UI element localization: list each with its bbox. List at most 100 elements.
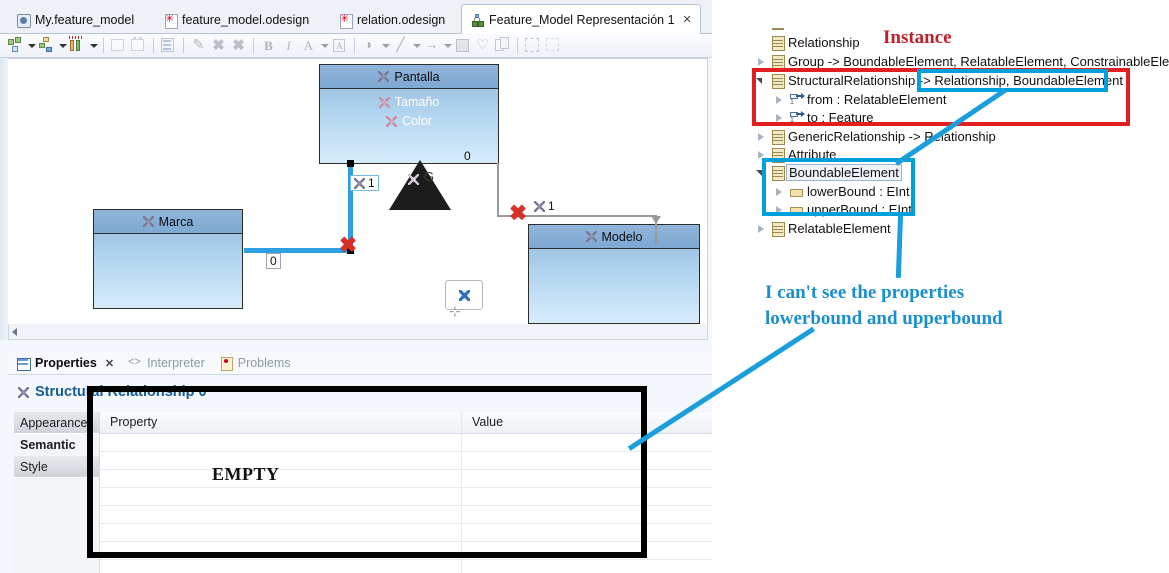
tree-item-genericrelationship[interactable]: GenericRelationship -> Relationship	[756, 128, 996, 145]
pin-elements-button[interactable]	[68, 36, 87, 55]
chevron-down-icon[interactable]	[756, 167, 767, 178]
diagram-editor[interactable]: Pantalla Tamaño Color Marca Modelo 1 ✖ 0…	[8, 58, 708, 336]
italic-button[interactable]: I	[279, 36, 298, 55]
chevron-down-icon[interactable]	[442, 36, 452, 55]
line-color-button[interactable]: ╱	[391, 36, 410, 55]
tab-relation-odesign[interactable]: relation.odesign	[330, 6, 453, 34]
tree-item-lowerbound[interactable]: lowerBound : EInt	[774, 183, 910, 200]
tree-item-upperbound[interactable]: upperBound : EInt	[774, 201, 912, 218]
font-color-button[interactable]: A	[299, 36, 318, 55]
auto-size-button[interactable]	[523, 36, 542, 55]
close-icon[interactable]: ✕	[683, 13, 692, 26]
eclass-icon	[771, 130, 785, 145]
table-row[interactable]	[100, 542, 712, 560]
table-row[interactable]	[100, 524, 712, 542]
chevron-right-icon[interactable]	[774, 204, 785, 215]
edge-cardinality-label[interactable]: 1	[350, 175, 379, 191]
edge-handle[interactable]	[347, 160, 354, 167]
edge-cardinality-label-0[interactable]: 0	[266, 253, 281, 269]
toolbar-separator	[153, 38, 154, 53]
chevron-down-icon[interactable]	[26, 36, 36, 55]
hide-element-button[interactable]: ✎	[189, 36, 208, 55]
chevron-down-icon[interactable]	[756, 75, 767, 86]
tab-properties[interactable]: Properties ✕	[16, 356, 114, 371]
table-row[interactable]	[100, 470, 712, 488]
reset-style-button[interactable]: ♡	[473, 36, 492, 55]
edge-cardinality-label-right[interactable]: 1	[534, 199, 555, 213]
tree-item-to[interactable]: 1 to : Feature	[774, 109, 873, 126]
tab-label: My.feature_model	[35, 13, 135, 27]
diagram-edge-selected-horizontal[interactable]	[244, 248, 352, 253]
cardinality-value: 0	[270, 254, 277, 268]
table-row[interactable]	[100, 488, 712, 506]
scroll-left-icon[interactable]	[12, 328, 17, 336]
align-button[interactable]	[37, 36, 56, 55]
diagram-node-pantalla[interactable]: Pantalla Tamaño Color	[319, 64, 499, 164]
diagram-edge-grey-vertical[interactable]	[497, 163, 499, 217]
tree-item-attribute[interactable]: Attribute	[756, 146, 836, 163]
side-tab-semantic[interactable]: Semantic	[14, 434, 99, 456]
table-row[interactable]	[100, 506, 712, 524]
fill-color-button[interactable]: ◗	[360, 36, 379, 55]
edge-delete-marker-icon[interactable]: ✖	[509, 203, 527, 224]
chevron-down-icon[interactable]	[57, 36, 67, 55]
font-dialog-button[interactable]: A	[330, 36, 349, 55]
chevron-right-icon[interactable]	[774, 112, 785, 123]
diagram-node-modelo[interactable]: Modelo	[528, 224, 700, 324]
node-feature: Color	[320, 112, 498, 131]
open-representation-button[interactable]	[109, 36, 128, 55]
copy-appearance-button[interactable]	[493, 36, 512, 55]
chevron-right-icon[interactable]	[756, 131, 767, 142]
tree-item-label: lowerBound : EInt	[807, 184, 910, 199]
chevron-down-icon[interactable]	[380, 36, 390, 55]
new-representation-button[interactable]	[129, 36, 148, 55]
diagram-canvas[interactable]: Pantalla Tamaño Color Marca Modelo 1 ✖ 0…	[8, 59, 707, 335]
image-style-button[interactable]	[453, 36, 472, 55]
chevron-right-icon[interactable]	[756, 223, 767, 234]
tab-feature-model-representacion-1[interactable]: Feature_Model Representación 1 ✕	[461, 4, 701, 35]
side-tab-style[interactable]: Style	[14, 456, 99, 478]
chevron-right-icon[interactable]	[756, 56, 767, 67]
delete-element-button[interactable]: ✖	[209, 36, 228, 55]
tab-interpreter[interactable]: Interpreter	[128, 356, 205, 370]
feature-diamond-icon	[386, 116, 398, 127]
tree-item-label: Relationship	[788, 35, 860, 50]
expander-icon[interactable]	[756, 37, 767, 48]
tree-item-boundableelement[interactable]: BoundableElement	[756, 164, 902, 181]
close-icon[interactable]: ✕	[105, 357, 114, 370]
arrange-all-button[interactable]	[6, 36, 25, 55]
delete-from-model-button[interactable]: ✖	[229, 36, 248, 55]
feature-diamond-icon	[378, 97, 390, 108]
snap-to-grid-button[interactable]	[543, 36, 562, 55]
bold-button[interactable]: B	[259, 36, 278, 55]
chevron-down-icon[interactable]	[411, 36, 421, 55]
table-row[interactable]	[100, 452, 712, 470]
tree-item-group[interactable]: Group -> BoundableElement, RelatableElem…	[756, 53, 1169, 70]
editor-horizontal-scrollbar[interactable]	[8, 324, 708, 340]
table-row[interactable]	[100, 434, 712, 452]
tree-item-relatableelement[interactable]: RelatableElement	[756, 220, 891, 237]
eclass-icon	[771, 36, 785, 51]
toolbar-separator	[354, 38, 355, 53]
edge-delete-marker-icon[interactable]: ✖	[339, 235, 357, 256]
properties-table[interactable]: Property Value	[100, 412, 712, 573]
chevron-down-icon[interactable]	[319, 36, 329, 55]
side-tab-appearance[interactable]: Appearance	[14, 412, 99, 434]
chevron-right-icon[interactable]	[756, 149, 767, 160]
diagram-group-triangle[interactable]	[389, 160, 451, 210]
chevron-down-icon[interactable]	[88, 36, 98, 55]
chevron-right-icon[interactable]	[774, 94, 785, 105]
eclass-icon	[771, 148, 785, 163]
diagram-node-marca[interactable]: Marca	[93, 209, 243, 309]
group-diamond-icon	[408, 174, 419, 185]
table-row[interactable]	[100, 560, 712, 573]
tree-item-relationship[interactable]: Relationship	[756, 34, 860, 51]
tab-feature-model-odesign[interactable]: feature_model.odesign	[155, 6, 317, 34]
tab-problems[interactable]: Problems	[219, 356, 291, 371]
tree-item-structuralrelationship[interactable]: StructuralRelationship -> Relationship, …	[756, 72, 1123, 89]
layers-button[interactable]	[159, 36, 178, 55]
tree-item-from[interactable]: 1 from : RelatableElement	[774, 91, 946, 108]
line-style-button[interactable]: →	[422, 36, 441, 55]
tab-my-feature-model[interactable]: My.feature_model	[8, 6, 142, 34]
chevron-right-icon[interactable]	[774, 186, 785, 197]
